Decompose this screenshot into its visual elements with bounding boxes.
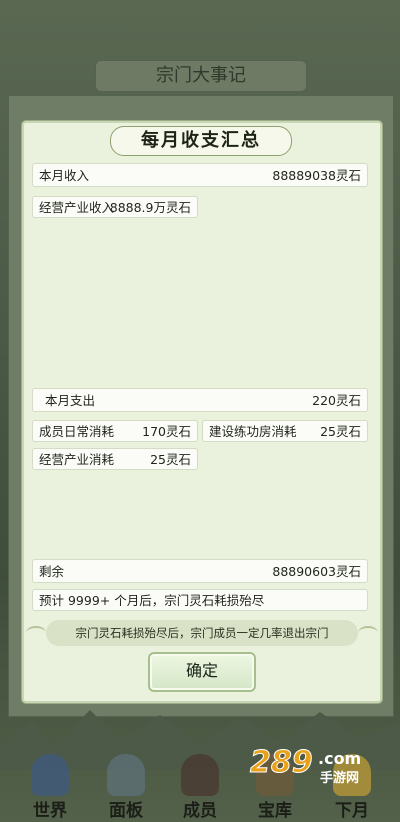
panel-figure-icon: [107, 754, 145, 796]
expense-row: 本月支出 220灵石: [32, 388, 368, 412]
right-curl-ornament-icon: [358, 626, 378, 640]
forecast-row: 预计 9999+ 个月后，宗门灵石耗损殆尽: [32, 589, 368, 611]
member-figure-icon: [181, 754, 219, 796]
world-figure-icon: [31, 754, 69, 796]
svg-text:.com: .com: [318, 749, 361, 768]
svg-text:289: 289: [250, 745, 313, 780]
income-row: 本月收入 88889038灵石: [32, 163, 368, 187]
background-title: 宗门大事记: [46, 60, 356, 92]
nav-item-world[interactable]: 世界: [20, 750, 80, 822]
left-ornament-icon: [46, 69, 86, 83]
nav-item-members[interactable]: 成员: [170, 750, 230, 822]
forecast-text: 预计 9999+ 个月后，宗门灵石耗损殆尽: [39, 593, 265, 608]
right-ornament-icon: [316, 69, 356, 83]
income-item: 经营产业收入 8888.9万灵石: [32, 196, 198, 218]
warning-note: 宗门灵石耗损殆尽后，宗门成员一定几率退出宗门: [26, 620, 378, 646]
monthly-summary-dialog: 每月收支汇总 本月收入 88889038灵石 经营产业收入 8888.9万灵石 …: [22, 121, 382, 703]
dialog-title: 每月收支汇总: [110, 126, 292, 156]
confirm-button[interactable]: 确定: [148, 652, 256, 692]
expense-value: 220灵石: [312, 393, 361, 408]
expense-label: 本月支出: [45, 393, 96, 408]
site-watermark-logo: 289 .com 手游网: [250, 745, 362, 787]
left-curl-ornament-icon: [26, 626, 46, 640]
income-label: 本月收入: [39, 168, 90, 183]
income-value: 88889038灵石: [272, 168, 361, 183]
expense-item: 经营产业消耗 25灵石: [32, 448, 198, 470]
remaining-label: 剩余: [39, 564, 65, 579]
remaining-value: 88890603灵石: [272, 564, 361, 579]
svg-text:手游网: 手游网: [320, 770, 359, 786]
expense-item: 建设练功房消耗 25灵石: [202, 420, 368, 442]
nav-item-panel[interactable]: 面板: [96, 750, 156, 822]
remaining-row: 剩余 88890603灵石: [32, 559, 368, 583]
expense-item: 成员日常消耗 170灵石: [32, 420, 198, 442]
